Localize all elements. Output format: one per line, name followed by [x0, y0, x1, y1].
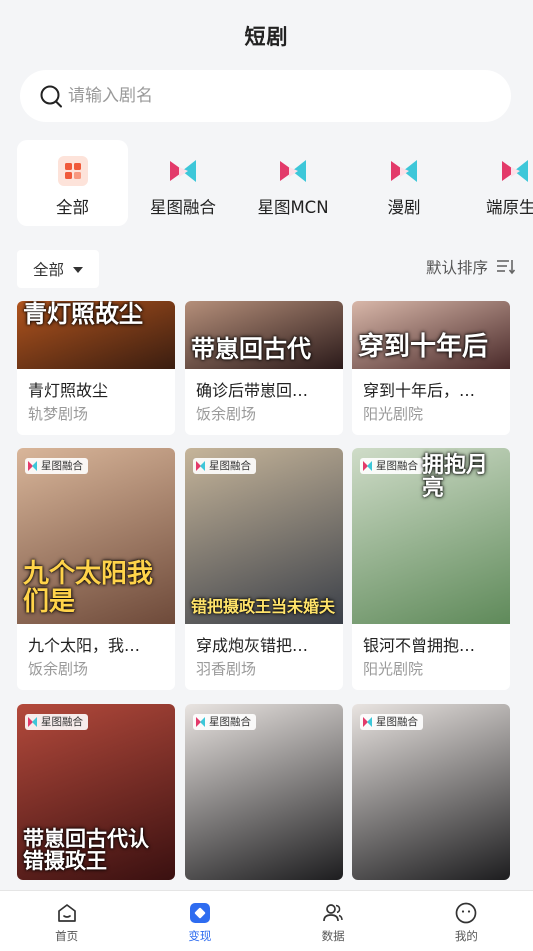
drama-card[interactable]: 星图融合 带崽回古代认错摄政王: [17, 704, 175, 880]
category-label: 漫剧: [387, 198, 421, 217]
category-label: 星图融合: [150, 198, 216, 217]
users-icon: [323, 904, 343, 922]
cover-title-art: 带崽回古代认错摄政王: [23, 825, 149, 873]
drama-card[interactable]: 星图融合: [185, 704, 343, 880]
cover-title-art: 青灯照故尘: [23, 301, 143, 328]
bottom-tab-bar: 首页 变现 数据 我的: [0, 890, 533, 951]
monetize-icon: [189, 903, 210, 923]
filter-label: 全部: [32, 261, 64, 279]
drama-title: 青灯照故尘: [28, 381, 109, 399]
drama-title: 九个太阳，我…: [28, 636, 141, 654]
xingtu-badge: 星图融合: [360, 714, 423, 730]
cover-image: 星图融合: [185, 704, 343, 880]
cover-image: 星图融合 拥抱月亮: [352, 448, 510, 624]
drama-studio: 饭余剧场: [196, 405, 257, 423]
xingtu-badge: 星图融合: [193, 714, 256, 730]
drama-card[interactable]: 青灯照故尘 青灯照故尘 轨梦剧场: [17, 301, 175, 435]
drama-card[interactable]: 星图融合 错把摄政王当未婚夫 穿成炮灰错把… 羽香剧场: [185, 448, 343, 690]
category-label: 星图MCN: [257, 198, 329, 217]
cover-image: 穿到十年后: [352, 301, 510, 369]
category-all[interactable]: 全部: [17, 140, 128, 226]
search-bar[interactable]: [20, 70, 511, 122]
tab-label: 我的: [454, 929, 478, 943]
category-xingtu-ronghe[interactable]: 星图融合: [143, 140, 223, 226]
xingtu-badge: 星图融合: [25, 714, 88, 730]
page-title: 短剧: [244, 25, 289, 49]
drama-card[interactable]: 带崽回古代 确诊后带崽回… 饭余剧场: [185, 301, 343, 435]
cover-image: 青灯照故尘: [17, 301, 175, 369]
search-icon: [40, 85, 62, 108]
category-label: 全部: [56, 198, 89, 217]
xingtu-logo-icon: [280, 160, 306, 182]
drama-title: 穿到十年后，…: [363, 381, 476, 399]
cover-image: 星图融合 错把摄政王当未婚夫: [185, 448, 343, 624]
tab-profile[interactable]: 我的: [400, 891, 533, 951]
xingtu-badge: 星图融合: [25, 458, 88, 474]
sort-icon: [497, 260, 515, 275]
drama-studio: 阳光剧院: [363, 405, 424, 423]
sort-label: 默认排序: [425, 259, 488, 277]
profile-icon: [456, 902, 477, 924]
cover-title-art: 穿到十年后: [358, 331, 489, 362]
category-xingtu-mcn[interactable]: 星图MCN: [253, 140, 333, 226]
drama-title: 穿成炮灰错把…: [196, 636, 309, 654]
category-label: 端原生: [486, 198, 533, 217]
cover-title-art: 错把摄政王当未婚夫: [191, 597, 336, 617]
tab-data[interactable]: 数据: [267, 891, 400, 951]
drama-grid: 青灯照故尘 青灯照故尘 轨梦剧场 带崽回古代 确诊后带崽回… 饭余剧场 穿到十年…: [0, 301, 533, 890]
xingtu-badge: 星图融合: [193, 458, 256, 474]
cover-image: 星图融合 九个太阳我们是: [17, 448, 175, 624]
drama-studio: 饭余剧场: [28, 660, 89, 678]
sort-button[interactable]: 默认排序: [426, 256, 515, 278]
cover-image: 星图融合 带崽回古代认错摄政王: [17, 704, 175, 880]
drama-studio: 轨梦剧场: [28, 405, 89, 423]
filter-dropdown[interactable]: 全部: [17, 250, 99, 288]
cover-title-art: 拥抱月亮: [422, 452, 489, 502]
drama-card[interactable]: 穿到十年后 穿到十年后，… 阳光剧院: [352, 301, 510, 435]
app-header: 短剧: [0, 0, 533, 72]
category-duanyuansheng[interactable]: 端原生: [486, 140, 533, 226]
drama-title: 银河不曾拥抱…: [363, 636, 476, 654]
xingtu-logo-icon: [391, 160, 417, 182]
drama-card[interactable]: 星图融合: [352, 704, 510, 880]
cover-title-art: 九个太阳我们是: [23, 559, 154, 617]
xingtu-logo-icon: [170, 160, 196, 182]
tab-monetize[interactable]: 变现: [133, 891, 266, 951]
drama-studio: 阳光剧院: [363, 660, 424, 678]
category-manju[interactable]: 漫剧: [373, 140, 435, 226]
home-icon: [57, 904, 76, 922]
drama-card[interactable]: 星图融合 拥抱月亮 银河不曾拥抱… 阳光剧院: [352, 448, 510, 690]
xingtu-badge: 星图融合: [360, 458, 423, 474]
tab-label: 数据: [321, 929, 345, 943]
category-tabs: 全部 星图融合 星图MCN 漫剧 端原生: [0, 140, 533, 228]
cover-image: 星图融合: [352, 704, 510, 880]
drama-card[interactable]: 星图融合 九个太阳我们是 九个太阳，我… 饭余剧场: [17, 448, 175, 690]
grid-icon: [57, 156, 88, 186]
caret-down-icon: [73, 267, 83, 273]
drama-title: 确诊后带崽回…: [196, 381, 309, 399]
cover-image: 带崽回古代: [185, 301, 343, 369]
tab-label: 首页: [55, 929, 79, 943]
cover-title-art: 带崽回古代: [191, 333, 311, 363]
drama-studio: 羽香剧场: [196, 660, 257, 678]
tab-home[interactable]: 首页: [0, 891, 133, 951]
search-input[interactable]: [68, 86, 468, 106]
xingtu-logo-icon: [502, 160, 528, 182]
tab-label: 变现: [188, 929, 212, 943]
